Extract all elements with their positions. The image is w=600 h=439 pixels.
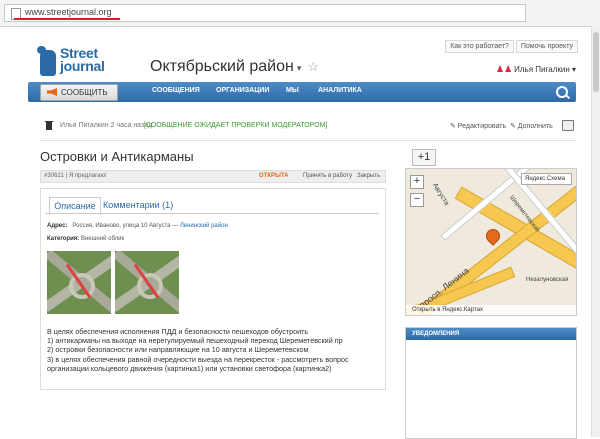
plus-one-button[interactable]: +1: [412, 149, 436, 166]
megaphone-icon: [47, 88, 57, 96]
how-it-works-link[interactable]: Как это работает?: [445, 40, 514, 53]
divider: [40, 140, 576, 141]
avatar: [44, 121, 54, 130]
address-separator: —: [172, 223, 179, 229]
zoom-out-button[interactable]: −: [410, 193, 424, 207]
chevron-down-icon: ▾: [571, 65, 576, 74]
print-icon[interactable]: [562, 120, 574, 131]
logo-text-2: journal: [60, 58, 105, 74]
address-row: Адрес: Россия, Иваново, улица 10 Августа…: [47, 223, 228, 229]
nav-organizations[interactable]: ОРГАНИЗАЦИИ: [216, 87, 269, 94]
map-pin-icon: [483, 226, 503, 246]
page-title: Островки и Антикарманы: [40, 149, 194, 164]
users-icon: ♟♟: [496, 64, 513, 74]
site-logo[interactable]: Street journal: [37, 44, 128, 84]
address-label: Адрес:: [47, 223, 68, 229]
nav-messages[interactable]: СООБЩЕНИЯ: [152, 87, 200, 94]
map-label-avgusta: Августа: [430, 182, 451, 207]
map-type-select[interactable]: Яндекс.Схема: [521, 173, 572, 185]
district-selector[interactable]: Октябрьский район ▾ ☆: [150, 58, 319, 76]
user-menu[interactable]: ♟♟ Илья Пигалкин ▾: [496, 64, 576, 75]
notifications-header: УВЕДОМЛЕНИЯ: [406, 328, 576, 340]
edit-link[interactable]: ✎ Редактировать: [450, 122, 506, 130]
user-name: Илья Пигалкин: [514, 65, 570, 74]
accept-link[interactable]: Принять в работу: [303, 171, 352, 182]
address-value: Россия, Иваново, улица 10 Августа: [72, 223, 171, 229]
map-label-place: Незалуновская: [526, 277, 569, 283]
moderation-status: [СООБЩЕНИЕ ОЖИДАЕТ ПРОВЕРКИ МОДЕРАТОРОМ]: [144, 122, 328, 129]
nav-analytics[interactable]: АНАЛИТИКА: [318, 87, 362, 94]
browser-address-bar: www.streetjournal.org: [0, 0, 600, 27]
post-status-bar: #30621 | Я предлагаю! ОТКРЫТА Принять в …: [40, 170, 386, 183]
author-row: Илья Пигалкин 2 часа назад [СООБЩЕНИЕ ОЖ…: [40, 120, 576, 134]
close-link[interactable]: Закрыть: [357, 171, 380, 182]
notifications-panel: УВЕДОМЛЕНИЯ: [405, 327, 577, 439]
post-number: #30621 | Я предлагаю!: [44, 173, 107, 179]
category-value: Внешний облик: [80, 236, 125, 242]
help-project-link[interactable]: Помочь проекту: [515, 40, 578, 53]
tab-divider: [45, 213, 379, 214]
main-nav: СООБЩИТЬ СООБЩЕНИЯ ОРГАНИЗАЦИИ МЫ АНАЛИТ…: [28, 82, 576, 102]
scrollbar[interactable]: [591, 26, 600, 437]
post-card: Описание Комментарии (1) Адрес: Россия, …: [40, 188, 386, 390]
report-button[interactable]: СООБЩИТЬ: [40, 84, 118, 101]
zoom-in-button[interactable]: +: [410, 175, 424, 189]
map[interactable]: Августа просп. Ленина Шереметевский Неза…: [405, 168, 577, 316]
search-icon[interactable]: [556, 86, 568, 98]
scrollbar-thumb[interactable]: [593, 32, 599, 92]
district-link[interactable]: Ленинский район: [180, 223, 228, 229]
description-text: В целях обеспечения исполнения ПДД и без…: [47, 327, 349, 373]
status-badge: ОТКРЫТА: [259, 173, 289, 179]
add-link[interactable]: ✎ Дополнить: [510, 122, 553, 130]
photo-thumbnail-1[interactable]: [47, 251, 111, 314]
chevron-down-icon: ▾: [296, 63, 302, 73]
nav-us[interactable]: МЫ: [286, 87, 299, 94]
star-icon[interactable]: ☆: [307, 59, 319, 74]
report-label: СООБЩИТЬ: [61, 88, 108, 97]
category-row: Категория: Внешний облик: [47, 236, 124, 242]
photo-thumbnail-2[interactable]: [115, 251, 179, 314]
author-name[interactable]: Илья Пигалкин 2 часа назад: [60, 122, 152, 129]
district-name: Октябрьский район: [150, 58, 294, 75]
url-underline: [14, 18, 120, 20]
open-in-yandex-link[interactable]: Открыть в Яндекс.Картах: [406, 305, 576, 315]
url-text: www.streetjournal.org: [25, 7, 112, 17]
dog-logo-icon: [37, 46, 56, 76]
category-label: Категория:: [47, 236, 80, 242]
top-links: Как это работает? Помочь проекту: [443, 40, 578, 53]
tab-comments[interactable]: Комментарии (1): [103, 197, 183, 213]
